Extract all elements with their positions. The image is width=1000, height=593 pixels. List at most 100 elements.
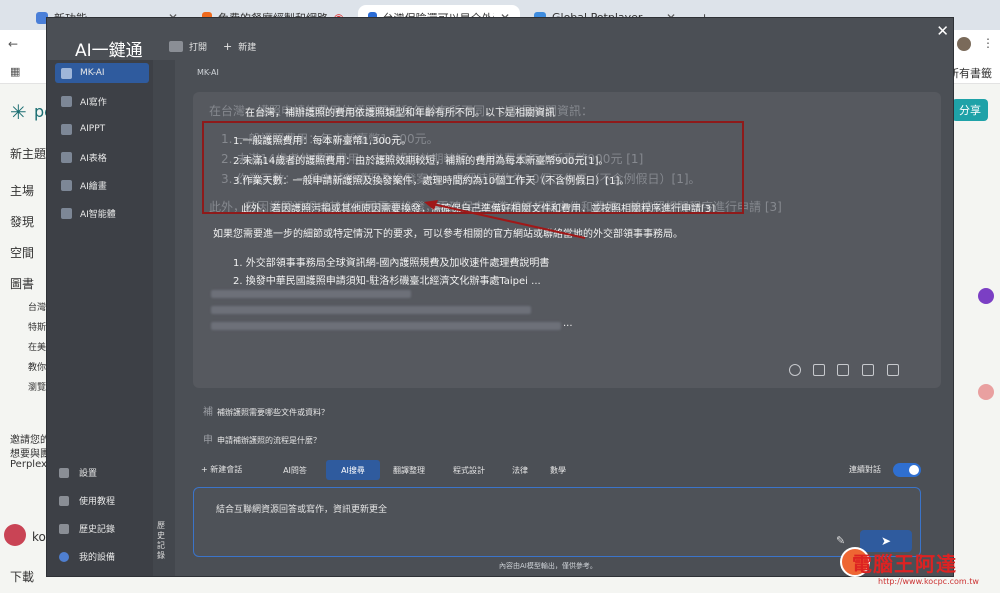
user-name: ko (32, 530, 46, 544)
highlight-annotation-box (202, 121, 744, 214)
continuous-chat-toggle[interactable] (893, 463, 921, 477)
watermark-text: 電腦王阿達 (852, 552, 957, 576)
settings-label: 設置 (79, 469, 98, 479)
suggestion-text: 申請補辦護照的流程是什麼？ (217, 436, 321, 445)
mode-math[interactable]: 數學 (543, 460, 573, 480)
close-icon[interactable]: ✕ (936, 22, 949, 40)
devices-button[interactable]: 我的設備 (59, 550, 115, 563)
suggestion-text: 補辦護照需要哪些文件或資料？ (217, 408, 329, 417)
sidebar-item-ai-agent[interactable]: AI智能體 (55, 203, 149, 223)
perplexity-logo-icon: ✳ (10, 100, 27, 124)
sidebar-item-home[interactable]: 主場 (10, 182, 34, 199)
send-icon: ➤ (880, 534, 892, 548)
library-item[interactable]: 瀏覽 (28, 380, 46, 393)
sidebar-item-label: AI寫作 (80, 97, 107, 108)
reference-link[interactable]: 2. 換發中華民國護照申請須知-駐洛杉磯臺北經濟文化辦事處Taipei ... (233, 272, 541, 287)
sidebar-item-ai-table[interactable]: AI表格 (55, 147, 149, 167)
grid-icon[interactable] (887, 364, 899, 376)
pen-icon[interactable]: ✎ (836, 534, 845, 547)
sidebar-item-ai-writing[interactable]: AI寫作 (55, 91, 149, 111)
history-icon (59, 523, 69, 534)
mode-selector: AI問答 AI搜尋 翻譯整理 程式設計 法律 數學 (193, 460, 953, 482)
chat-input-placeholder[interactable]: 結合互聯網資源回答或寫作，資訊更新更全 (216, 502, 387, 515)
refresh-icon[interactable] (789, 364, 801, 376)
avatar[interactable] (957, 37, 971, 51)
device-icon (59, 551, 69, 562)
suggestion-item[interactable]: 補補辦護照需要哪些文件或資料？ (203, 403, 329, 418)
library-item[interactable]: 特斯 (28, 320, 46, 333)
library-item[interactable]: 台灣 (28, 300, 46, 313)
back-icon[interactable]: ← (8, 37, 18, 51)
sidebar-item-mk-ai[interactable]: MK-AI (55, 63, 149, 83)
sidebar-item-ai-paint[interactable]: AI繪畫 (55, 175, 149, 195)
answer-followup: 如果您需要進一步的細節或特定情況下的要求，可以參考相關的官方網站或聯絡當地的外交… (213, 229, 683, 240)
menu-icon[interactable]: ⋮ (982, 36, 994, 50)
invite-text: 邀請您的 (10, 435, 50, 446)
sidebar-item-label: AI智能體 (80, 209, 116, 220)
tutorial-button[interactable]: 使用教程 (59, 494, 115, 507)
history-strip[interactable] (153, 60, 175, 576)
sidebar-item-label: MK-AI (80, 68, 105, 78)
settings-button[interactable]: 設置 (59, 466, 97, 479)
share-button[interactable]: 分享 (952, 99, 988, 121)
library-item[interactable]: 在美 (28, 340, 46, 353)
mode-law[interactable]: 法律 (505, 460, 535, 480)
download-link[interactable]: 下載 (10, 568, 34, 585)
chat-icon (61, 67, 72, 79)
open-button[interactable]: 打開 (169, 40, 207, 53)
popup-titlebar: AI一鍵通 打開 + 新建 ✕ (47, 18, 953, 61)
history-label: 歷史記錄 (79, 525, 116, 535)
sidebar-item-label: AI繪畫 (80, 181, 107, 192)
sidebar-item-ai-ppt[interactable]: AIPPT (55, 119, 149, 139)
sidebar-item-library[interactable]: 圖書 (10, 275, 34, 292)
watermark-url: http://www.kocpc.com.tw (878, 577, 979, 586)
history-vertical-label[interactable]: 歷史記錄 (157, 521, 167, 561)
all-bookmarks[interactable]: 所有書籤 (948, 65, 992, 81)
mode-ai-search[interactable]: AI搜尋 (326, 460, 380, 480)
open-label: 打開 (189, 43, 208, 53)
suggestion-item[interactable]: 申申請補辦護照的流程是什麼？ (203, 431, 321, 446)
slides-icon (61, 123, 72, 135)
download-icon[interactable] (862, 364, 874, 376)
blurred-reference (211, 290, 411, 298)
disclaimer-text: 內容由AI模型輸出，僅供參考。 (499, 562, 597, 570)
sidebar-item-discover[interactable]: 發現 (10, 213, 34, 230)
devices-label: 我的設備 (79, 553, 116, 563)
new-thread-button[interactable]: 新主題 (10, 145, 46, 162)
sidebar-item-label: AIPPT (80, 124, 106, 134)
plus-icon: + (223, 40, 233, 53)
user-avatar[interactable] (4, 524, 26, 546)
sidebar-item-spaces[interactable]: 空間 (10, 244, 34, 261)
table-icon (61, 151, 72, 163)
robot-icon (61, 207, 72, 219)
assistant-icon[interactable] (978, 384, 994, 400)
history-button[interactable]: 歷史記錄 (59, 522, 115, 535)
library-item[interactable]: 教你 (28, 360, 46, 373)
gear-icon (59, 467, 69, 478)
model-label: MK-AI (197, 68, 219, 77)
answer-intro: 在台灣，補辦護照的費用依護照類型和年齡有所不同。以下是相關資訊 (245, 108, 555, 119)
reference-ellipsis: ... (563, 318, 573, 329)
sidebar-item-label: AI表格 (80, 153, 107, 164)
book-icon (59, 495, 69, 506)
popup-title: AI一鍵通 (75, 41, 143, 61)
suggestion-under: 補 (203, 407, 213, 418)
edit-icon[interactable] (837, 364, 849, 376)
blurred-reference (211, 322, 561, 330)
apps-icon[interactable]: ▦ (10, 65, 20, 78)
mode-translate[interactable]: 翻譯整理 (389, 460, 429, 480)
suggestion-under: 申 (203, 435, 213, 446)
mode-programming[interactable]: 程式設計 (449, 460, 489, 480)
new-label: 新建 (238, 43, 257, 53)
copy-icon[interactable] (813, 364, 825, 376)
popup-sidebar: MK-AI AI寫作 AIPPT AI表格 AI繪畫 AI智能體 設置 使用教程… (47, 60, 153, 576)
reference-link[interactable]: 1. 外交部領事事務局全球資訊網-國內護照規費及加收速件處理費說明書 (233, 254, 549, 269)
chat-input-box[interactable]: 結合互聯網資源回答或寫作，資訊更新更全 ✎ ➤ (193, 487, 921, 557)
mode-ai-qa[interactable]: AI問答 (275, 460, 315, 480)
new-button[interactable]: + 新建 (223, 40, 256, 53)
pen-icon (61, 95, 72, 107)
extension-icon[interactable] (978, 288, 994, 304)
blurred-reference (211, 306, 531, 314)
invite-text: 想要與團 (10, 449, 50, 460)
continuous-chat-label: 連續對話 (849, 465, 881, 474)
